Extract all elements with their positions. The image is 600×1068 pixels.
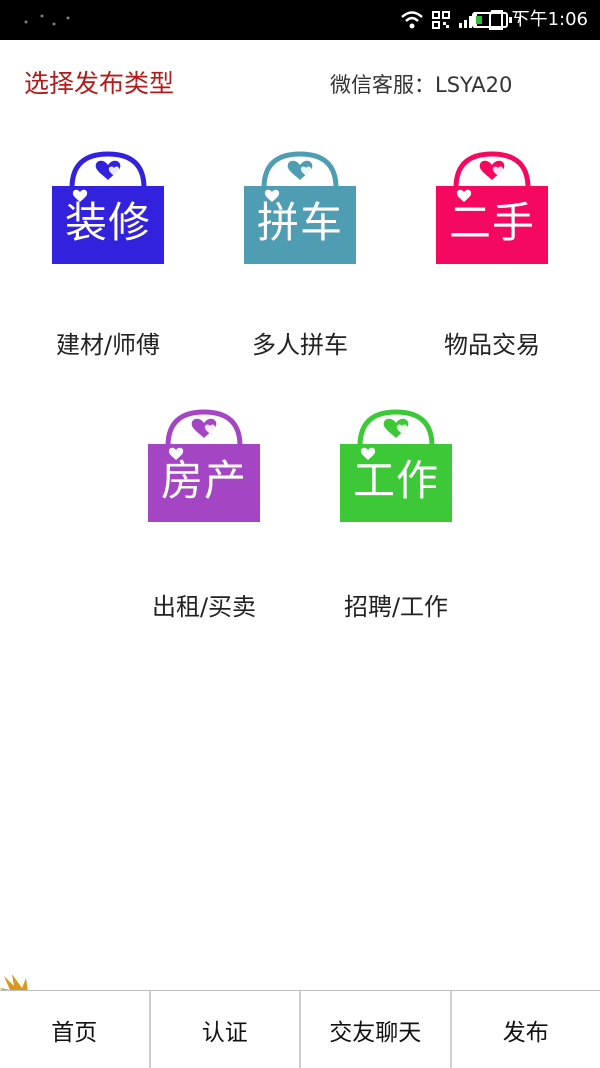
category-realestate[interactable]: 房产 出租/买卖 — [124, 404, 284, 524]
category-renovation[interactable]: 装修 建材/师傅 — [28, 146, 188, 266]
nav-publish[interactable]: 发布 — [452, 991, 600, 1068]
category-label: 出租/买卖 — [124, 590, 284, 624]
nav-label: 首页 — [51, 1013, 97, 1047]
bag-icon: 拼车 — [242, 146, 358, 266]
bottom-nav: 首页 认证 交友聊天 发布 — [0, 990, 600, 1068]
bag-icon: 房产 — [146, 404, 262, 524]
bag-icon: 装修 — [50, 146, 166, 266]
bag-icon: 二手 — [434, 146, 550, 266]
category-jobs[interactable]: 工作 招聘/工作 — [316, 404, 476, 524]
nav-verify[interactable]: 认证 — [151, 991, 302, 1068]
bag-icon: 工作 — [338, 404, 454, 524]
battery-icon — [472, 12, 508, 28]
nav-label: 发布 — [503, 1013, 549, 1047]
nav-label: 认证 — [202, 1013, 248, 1047]
category-secondhand[interactable]: 二手 物品交易 — [412, 146, 572, 266]
nav-home[interactable]: 首页 — [0, 991, 151, 1068]
category-label: 物品交易 — [412, 328, 572, 362]
category-label: 多人拼车 — [220, 328, 380, 362]
category-label: 建材/师傅 — [28, 328, 188, 362]
nav-label: 交友聊天 — [329, 1013, 421, 1047]
wifi-icon — [400, 10, 424, 30]
nav-chat[interactable]: 交友聊天 — [301, 991, 452, 1068]
wechat-service-text: 微信客服：LSYA20 — [330, 70, 512, 100]
category-label: 招聘/工作 — [316, 590, 476, 624]
page-title: 选择发布类型 — [24, 68, 174, 100]
category-carpool[interactable]: 拼车 多人拼车 — [220, 146, 380, 266]
status-bar: ϟ 下午1:06 — [0, 0, 600, 40]
notification-dots-icon — [20, 10, 80, 30]
status-time: 下午1:06 — [512, 9, 588, 31]
qr-code-icon — [432, 11, 450, 29]
